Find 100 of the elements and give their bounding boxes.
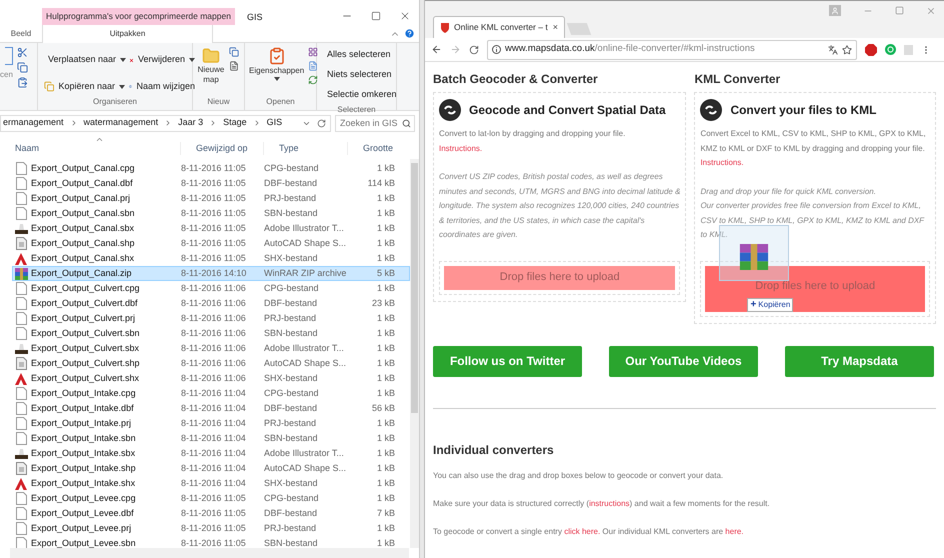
column-header[interactable]: Type (263, 142, 347, 155)
file-row[interactable]: Export_Output_Culvert.cpg 8-11-2016 11:06 CPG-bestand 1 kB (12, 281, 410, 296)
date-cell-text: 8-11-2016 11:05 (181, 206, 247, 220)
file-row[interactable]: Export_Output_Intake.prj 8-11-2016 11:04 PRJ-bestand 1 kB (12, 416, 410, 431)
vertical-scrollbar[interactable] (410, 159, 419, 548)
document-icon (16, 402, 26, 415)
column-header[interactable]: Gewijzigd op (180, 142, 263, 155)
file-row[interactable]: Export_Output_Culvert.prj 8-11-2016 11:06 PRJ-bestand 1 kB (12, 311, 410, 326)
size-cell-text: 23 kB (370, 296, 395, 310)
intro-text: Convert Excel to KML, CSV to KML, SHP to KML, GPX to KML, KMZ to KML or DXF to KML by dragging and dropping your file. (700, 128, 927, 155)
file-row[interactable]: Export_Output_Intake.cpg 8-11-2016 11:04 CPG-bestand 1 kB (12, 386, 410, 401)
file-name: Export_Output_Levee.cpg (30, 492, 137, 505)
section-heading: Batch Geocoder & Converter (433, 71, 599, 88)
cut-icon[interactable] (16, 47, 28, 58)
type-cell-text: DBF-bestand (264, 402, 318, 415)
browser-tab[interactable]: Online KML converter – t × (433, 16, 565, 38)
file-row[interactable]: Export_Output_Canal.zip 8-11-2016 14:10 WinRAR ZIP archive 5 kB (12, 266, 410, 281)
caret-icon (274, 77, 280, 81)
file-row[interactable]: Export_Output_Culvert.sbx 8-11-2016 11:06 Adobe Illustrator T... 1 kB (12, 341, 410, 356)
bookmark-icon[interactable] (842, 44, 852, 54)
maximize-icon[interactable] (371, 11, 381, 21)
reload-icon[interactable] (469, 44, 479, 54)
file-row[interactable]: Export_Output_Intake.dbf 8-11-2016 11:04 DBF-bestand 56 kB (12, 401, 410, 416)
copy-icon[interactable] (16, 62, 28, 73)
size-cell-text: 56 kB (370, 402, 395, 415)
instructions-link[interactable]: Instructions. (700, 156, 930, 170)
file-row[interactable]: Export_Output_Culvert.shx 8-11-2016 11:06 SHX-bestand 1 kB (12, 371, 410, 386)
text-link[interactable]: instructions (589, 498, 630, 508)
breadcrumb-item[interactable]: ermanagement (3, 116, 64, 130)
column-header[interactable]: Grootte (347, 142, 402, 155)
date-cell-text: 8-11-2016 11:05 (181, 522, 247, 535)
file-row[interactable]: Export_Output_Levee.cpg 8-11-2016 11:05 CPG-bestand 1 kB (12, 491, 410, 506)
refresh-icon[interactable] (317, 118, 326, 128)
group-label: Openen (265, 96, 296, 108)
search-icon[interactable] (402, 118, 411, 128)
circle-icon[interactable] (885, 44, 896, 55)
url-field[interactable]: www.mapsdata.co.uk/online-file-converter/#kml-instructions (487, 40, 857, 60)
file-row[interactable]: Export_Output_Levee.sbn 8-11-2016 11:05 SBN-bestand 1 kB (12, 536, 410, 548)
archive-icon (14, 268, 28, 280)
paragraph: To geocode or convert a single entry click here. Our individual KML converters are here. (433, 526, 745, 536)
caret-icon (120, 58, 126, 62)
size-cell-text: 1 kB (376, 342, 395, 355)
easy-access-icon[interactable] (229, 61, 239, 71)
translate-icon[interactable] (828, 44, 838, 54)
file-row[interactable]: Export_Output_Canal.sbx 8-11-2016 11:05 Adobe Illustrator T... 1 kB (12, 221, 410, 236)
ribbon-button[interactable]: Naam wijzigen (127, 78, 197, 96)
text-link[interactable]: here. (725, 526, 744, 536)
file-row[interactable]: Export_Output_Culvert.shp 8-11-2016 11:06 AutoCAD Shape S... 1 kB (12, 356, 410, 371)
ribbon-button[interactable]: Kopiëren naar (42, 78, 127, 96)
text-link[interactable]: click here. (564, 526, 600, 536)
file-row[interactable]: Export_Output_Intake.sbn 8-11-2016 11:04 SBN-bestand 1 kB (12, 431, 410, 446)
file-row[interactable]: Export_Output_Intake.sbx 8-11-2016 11:04 Adobe Illustrator T... 1 kB (12, 446, 410, 461)
file-row[interactable]: Export_Output_Canal.shx 8-11-2016 11:05 SHX-bestand 1 kB (12, 251, 410, 266)
type-cell-text: Adobe Illustrator T... (264, 342, 345, 355)
breadcrumb-item[interactable]: GIS (266, 116, 282, 130)
file-row[interactable]: Export_Output_Canal.sbn 8-11-2016 11:05 SBN-bestand 1 kB (12, 206, 410, 221)
file-row[interactable]: Export_Output_Culvert.sbn 8-11-2016 11:06 SBN-bestand 1 kB (12, 326, 410, 341)
date-cell-text: 8-11-2016 11:06 (181, 356, 247, 370)
clipboard-icon[interactable] (16, 77, 28, 88)
column-header[interactable]: Naam (0, 142, 180, 155)
date-cell-text: 8-11-2016 11:05 (181, 192, 247, 205)
ribbon-button[interactable]: Niets selecteren (321, 66, 392, 84)
group-label: Nieuw (206, 96, 231, 108)
ribbon-tab[interactable]: Uitpakken (42, 25, 213, 43)
ribbon-button[interactable]: Verplaatsen naar (42, 51, 127, 69)
file-row[interactable]: Export_Output_Canal.cpg 8-11-2016 11:05 CPG-bestand 1 kB (12, 161, 410, 176)
breadcrumb-item[interactable]: Stage (223, 116, 247, 130)
stop-sign-icon[interactable] (865, 44, 877, 56)
edit-icon[interactable] (308, 61, 318, 71)
file-row[interactable]: Export_Output_Culvert.dbf 8-11-2016 11:06 DBF-bestand 23 kB (12, 296, 410, 311)
ribbon-tab[interactable]: Beeld (0, 24, 42, 42)
properties-button[interactable]: Eigenschappen (249, 47, 304, 96)
document-icon (16, 282, 26, 295)
tray-icon (14, 448, 28, 459)
breadcrumb-item[interactable]: watermanagement (84, 116, 158, 130)
file-row[interactable]: Export_Output_Intake.shx 8-11-2016 11:04 SHX-bestand 1 kB (12, 476, 410, 491)
back-icon[interactable] (431, 44, 442, 55)
search-field[interactable]: Zoeken in GIS (335, 114, 415, 132)
instructions-link[interactable]: Instructions. (439, 142, 680, 156)
tab-close[interactable]: × (552, 20, 558, 34)
ribbon-button[interactable]: Verwijderen (127, 51, 197, 69)
new-item-icon[interactable] (229, 47, 239, 57)
open-icon[interactable] (308, 47, 318, 57)
caret-icon (119, 84, 125, 88)
history-icon[interactable] (308, 75, 318, 85)
type-cell-text: CPG-bestand (264, 386, 320, 400)
file-row[interactable]: Export_Output_Canal.prj 8-11-2016 11:05 PRJ-bestand 1 kB (12, 191, 410, 206)
horizontal-scrollbar[interactable] (10, 548, 409, 558)
help-icon[interactable] (404, 28, 415, 39)
file-row[interactable]: Export_Output_Levee.dbf 8-11-2016 11:05 DBF-bestand 7 kB (12, 506, 410, 521)
file-row[interactable]: Export_Output_Canal.dbf 8-11-2016 11:05 DBF-bestand 114 kB (12, 176, 410, 191)
file-row[interactable]: Export_Output_Levee.prj 8-11-2016 11:05 PRJ-bestand 1 kB (12, 521, 410, 536)
file-row[interactable]: Export_Output_Intake.shp 8-11-2016 11:04 AutoCAD Shape S... 1 kB (12, 461, 410, 476)
card-title: Geocode and Convert Spatial Data (469, 102, 666, 119)
new-folder-button[interactable]: Nieuwe map (197, 47, 225, 96)
close-icon[interactable] (399, 10, 411, 22)
file-row[interactable]: Export_Output_Canal.shp 8-11-2016 11:05 AutoCAD Shape S... 1 kB (12, 236, 410, 251)
address-bar[interactable]: ermanagement watermanagement Jaar 3 Stage GIS (0, 114, 331, 132)
ribbon-button[interactable]: Alles selecteren (321, 46, 392, 64)
breadcrumb-item[interactable]: Jaar 3 (178, 116, 204, 130)
